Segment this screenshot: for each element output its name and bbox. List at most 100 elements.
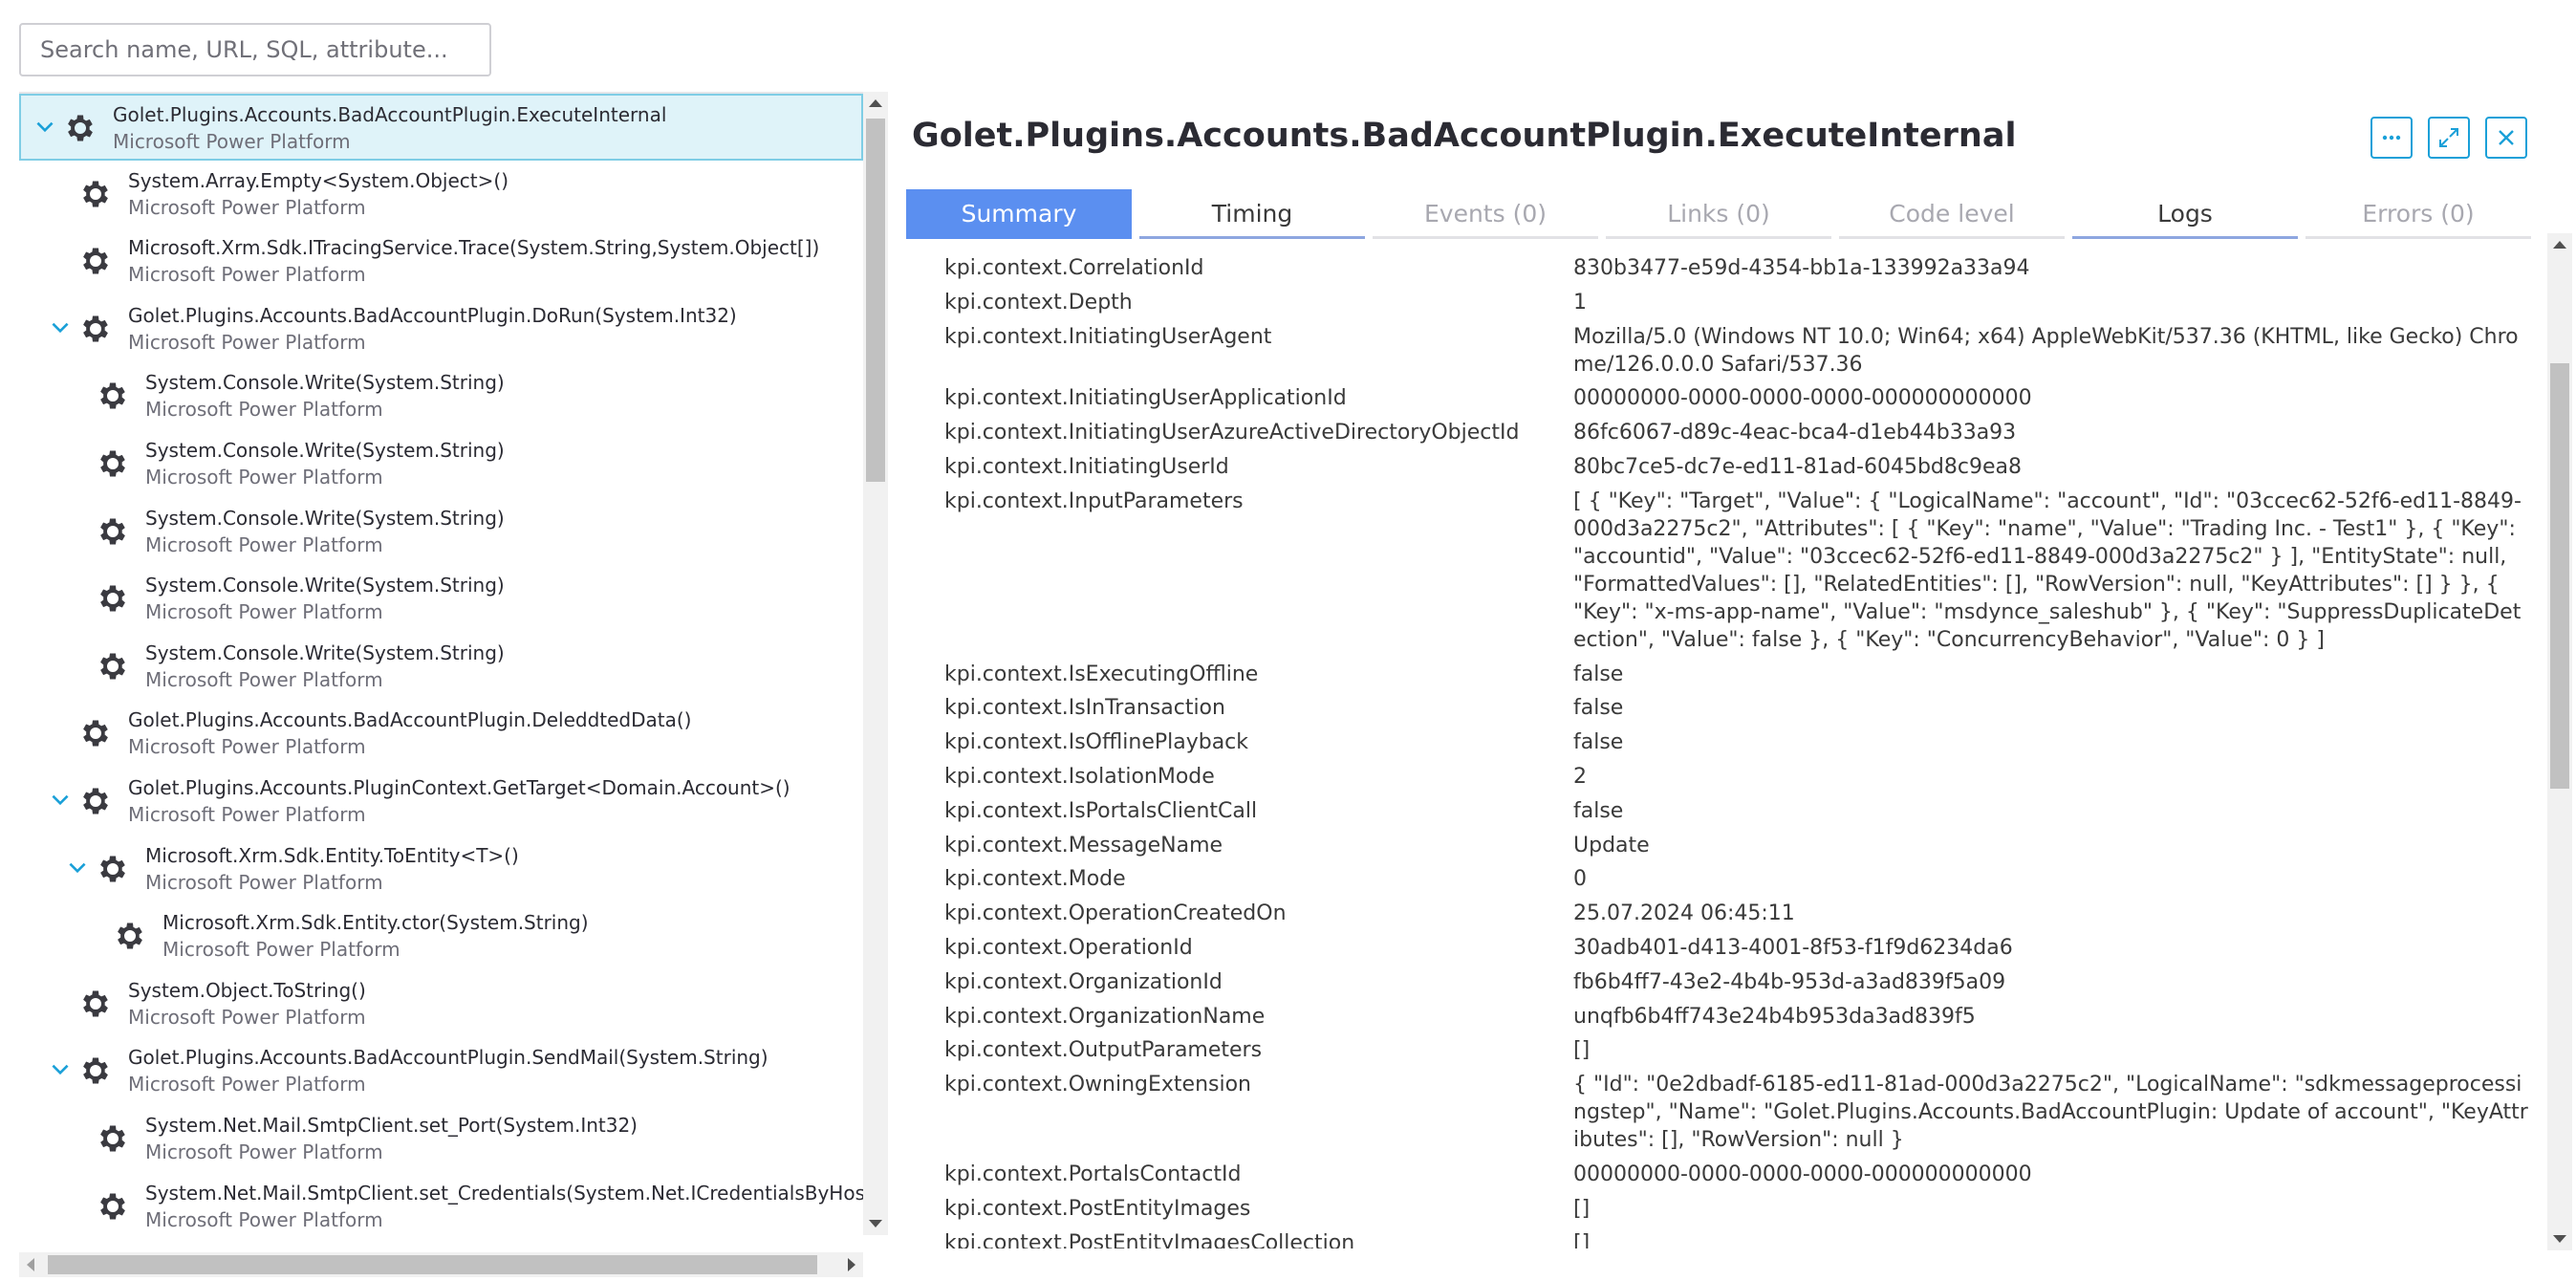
tree-item[interactable]: System.Console.Write(System.String) Micro… (19, 363, 863, 430)
tree-item[interactable]: Golet.Plugins.Accounts.PluginContext.Get… (19, 769, 863, 836)
tree-item-name: Microsoft.Xrm.Sdk.Entity.ToEntity<T>() (145, 843, 519, 867)
tree-item[interactable]: System.Console.Write(System.String) Micro… (19, 566, 863, 633)
tree-item-name: Golet.Plugins.Accounts.BadAccountPlugin.… (128, 303, 737, 327)
property-value: 00000000-0000-0000-0000-000000000000 (1573, 1162, 2032, 1186)
gear-icon (78, 1053, 113, 1088)
property-key: kpi.context.OwningExtension (944, 1073, 1251, 1097)
property-value: 30adb401-d413-4001-8f53-f1f9d6234da6 (1573, 936, 2013, 960)
scroll-thumb[interactable] (866, 119, 885, 482)
tab-links-0: Links (0) (1606, 189, 1831, 239)
more-icon (2382, 135, 2401, 141)
property-value: 80bc7ce5-dc7e-ed11-81ad-6045bd8c9ea8 (1573, 455, 2022, 479)
tree-item-name: Microsoft.Xrm.Sdk.ITracingService.Trace(… (128, 236, 820, 260)
tree-item-name: System.Console.Write(System.String) (145, 371, 505, 395)
property-value: false (1573, 696, 1624, 721)
tree-item[interactable]: System.Console.Write(System.String) Micro… (19, 499, 863, 566)
tree-item[interactable]: Golet.Plugins.Accounts.BadAccountPlugin.… (19, 701, 863, 768)
tree-item-name: System.Net.Mail.SmtpClient.set_Credentia… (145, 1181, 863, 1205)
tab-summary[interactable]: Summary (906, 189, 1132, 239)
tab-errors-0: Errors (0) (2305, 189, 2531, 239)
tree-item-name: Golet.Plugins.Accounts.BadAccountPlugin.… (128, 708, 692, 732)
properties-list: kpi.context.CorrelationId 830b3477-e59d-4… (889, 254, 2530, 1248)
gear-icon (96, 581, 130, 616)
property-value: [] (1573, 1196, 1591, 1221)
tree-item[interactable]: System.Console.Write(System.String) Micro… (19, 431, 863, 498)
property-value: 0 (1573, 867, 1587, 892)
tree-item-source: Microsoft Power Platform (145, 870, 383, 894)
scroll-down-arrow-icon[interactable] (2553, 1235, 2566, 1243)
chevron-down-icon[interactable] (65, 856, 90, 880)
scroll-down-arrow-icon[interactable] (869, 1220, 882, 1227)
property-key: kpi.context.OperationCreatedOn (944, 901, 1287, 926)
tab-logs[interactable]: Logs (2072, 189, 2298, 239)
tree-item-name: Golet.Plugins.Accounts.BadAccountPlugin.… (128, 1046, 768, 1070)
tree-item[interactable]: Golet.Plugins.Accounts.BadAccountPlugin.… (19, 1038, 863, 1105)
property-value: unqfb6b4ff743e24b4b953da3ad839f5 (1573, 1004, 1976, 1029)
property-value: [] (1573, 1230, 1591, 1248)
chevron-down-icon[interactable] (48, 315, 73, 340)
tree-item[interactable]: Microsoft.Xrm.Sdk.ITracingService.Trace(… (19, 228, 863, 295)
property-value: fb6b4ff7-43e2-4b4b-953d-a3ad839f5a09 (1573, 969, 2006, 994)
gear-icon (96, 379, 130, 413)
scroll-right-arrow-icon[interactable] (848, 1258, 855, 1271)
gear-icon (78, 987, 113, 1021)
property-key: kpi.context.IsExecutingOffline (944, 662, 1259, 686)
tree-item-name: Golet.Plugins.Accounts.PluginContext.Get… (128, 776, 790, 799)
property-key: kpi.context.OrganizationId (944, 969, 1223, 994)
scroll-up-arrow-icon[interactable] (869, 99, 882, 107)
tree-item-source: Microsoft Power Platform (128, 1005, 366, 1029)
tree-item[interactable]: System.Console.Write(System.String) Micro… (19, 634, 863, 701)
gear-icon (96, 852, 130, 886)
gear-icon (96, 446, 130, 481)
property-key: kpi.context.OrganizationName (944, 1004, 1266, 1029)
tab-events-0: Events (0) (1373, 189, 1598, 239)
chevron-down-icon[interactable] (48, 1057, 73, 1082)
tree-horizontal-scrollbar[interactable] (19, 1252, 863, 1277)
property-value: { "Id": "0e2dbadf-6185-ed11-81ad-000d3a2… (1573, 1073, 2528, 1153)
tree-vertical-scrollbar[interactable] (863, 92, 888, 1235)
tree-item-name: Microsoft.Xrm.Sdk.Entity.ctor(System.Str… (162, 911, 589, 935)
scroll-up-arrow-icon[interactable] (2553, 241, 2566, 249)
more-button[interactable] (2370, 117, 2413, 159)
tree-item-source: Microsoft Power Platform (145, 600, 383, 624)
tree-item[interactable]: Microsoft.Xrm.Sdk.Entity.ctor(System.Str… (19, 903, 863, 970)
close-button[interactable] (2485, 117, 2527, 159)
tab-timing[interactable]: Timing (1139, 189, 1365, 239)
search-input[interactable] (19, 23, 491, 76)
property-key: kpi.context.PostEntityImagesCollection (944, 1230, 1355, 1248)
tree-item[interactable]: System.Object.ToString() Microsoft Power … (19, 971, 863, 1038)
tree-item-source: Microsoft Power Platform (128, 195, 366, 219)
gear-icon (113, 919, 147, 953)
tree-item[interactable]: System.Net.Mail.SmtpClient.set_Port(Syst… (19, 1106, 863, 1173)
expand-view-button[interactable] (2428, 117, 2470, 159)
tree-item[interactable]: Microsoft.Xrm.Sdk.Entity.ToEntity<T>() Mi… (19, 836, 863, 903)
property-value: 25.07.2024 06:45:11 (1573, 901, 1795, 926)
tree-item[interactable]: System.Array.Empty<System.Object>() Micro… (19, 162, 863, 228)
property-key: kpi.context.PortalsContactId (944, 1162, 1242, 1186)
property-value: [ { "Key": "Target", "Value": { "Logical… (1573, 489, 2522, 652)
property-value: 1 (1573, 290, 1587, 315)
gear-icon (78, 244, 113, 278)
tree-item[interactable]: Golet.Plugins.Accounts.BadAccountPlugin.… (19, 296, 863, 363)
tree-item-name: System.Console.Write(System.String) (145, 439, 505, 462)
scroll-thumb[interactable] (2550, 363, 2569, 789)
scroll-thumb[interactable] (48, 1255, 817, 1274)
tree-item-name: System.Console.Write(System.String) (145, 640, 505, 664)
detail-vertical-scrollbar[interactable] (2547, 233, 2572, 1250)
tree-item-name: System.Net.Mail.SmtpClient.set_Port(Syst… (145, 1114, 638, 1137)
property-key: kpi.context.InitiatingUserApplicationId (944, 386, 1347, 411)
property-value: 00000000-0000-0000-0000-000000000000 (1573, 386, 2032, 411)
property-key: kpi.context.OperationId (944, 936, 1193, 960)
scroll-left-arrow-icon[interactable] (27, 1258, 34, 1271)
tree-item[interactable]: Golet.Plugins.Accounts.BadAccountPlugin.… (19, 94, 863, 161)
tree-item[interactable]: System.Net.Mail.SmtpClient.set_Credentia… (19, 1174, 863, 1237)
property-key: kpi.context.MessageName (944, 833, 1223, 858)
close-icon (2499, 130, 2514, 145)
property-value: 86fc6067-d89c-4eac-bca4-d1eb44b33a93 (1573, 421, 2017, 445)
tree-item-source: Microsoft Power Platform (145, 532, 383, 556)
chevron-down-icon[interactable] (32, 115, 57, 140)
gear-icon (96, 514, 130, 549)
property-value: false (1573, 798, 1624, 823)
chevron-down-icon[interactable] (48, 788, 73, 813)
detail-panel: Golet.Plugins.Accounts.BadAccountPlugin.… (889, 92, 2547, 1250)
